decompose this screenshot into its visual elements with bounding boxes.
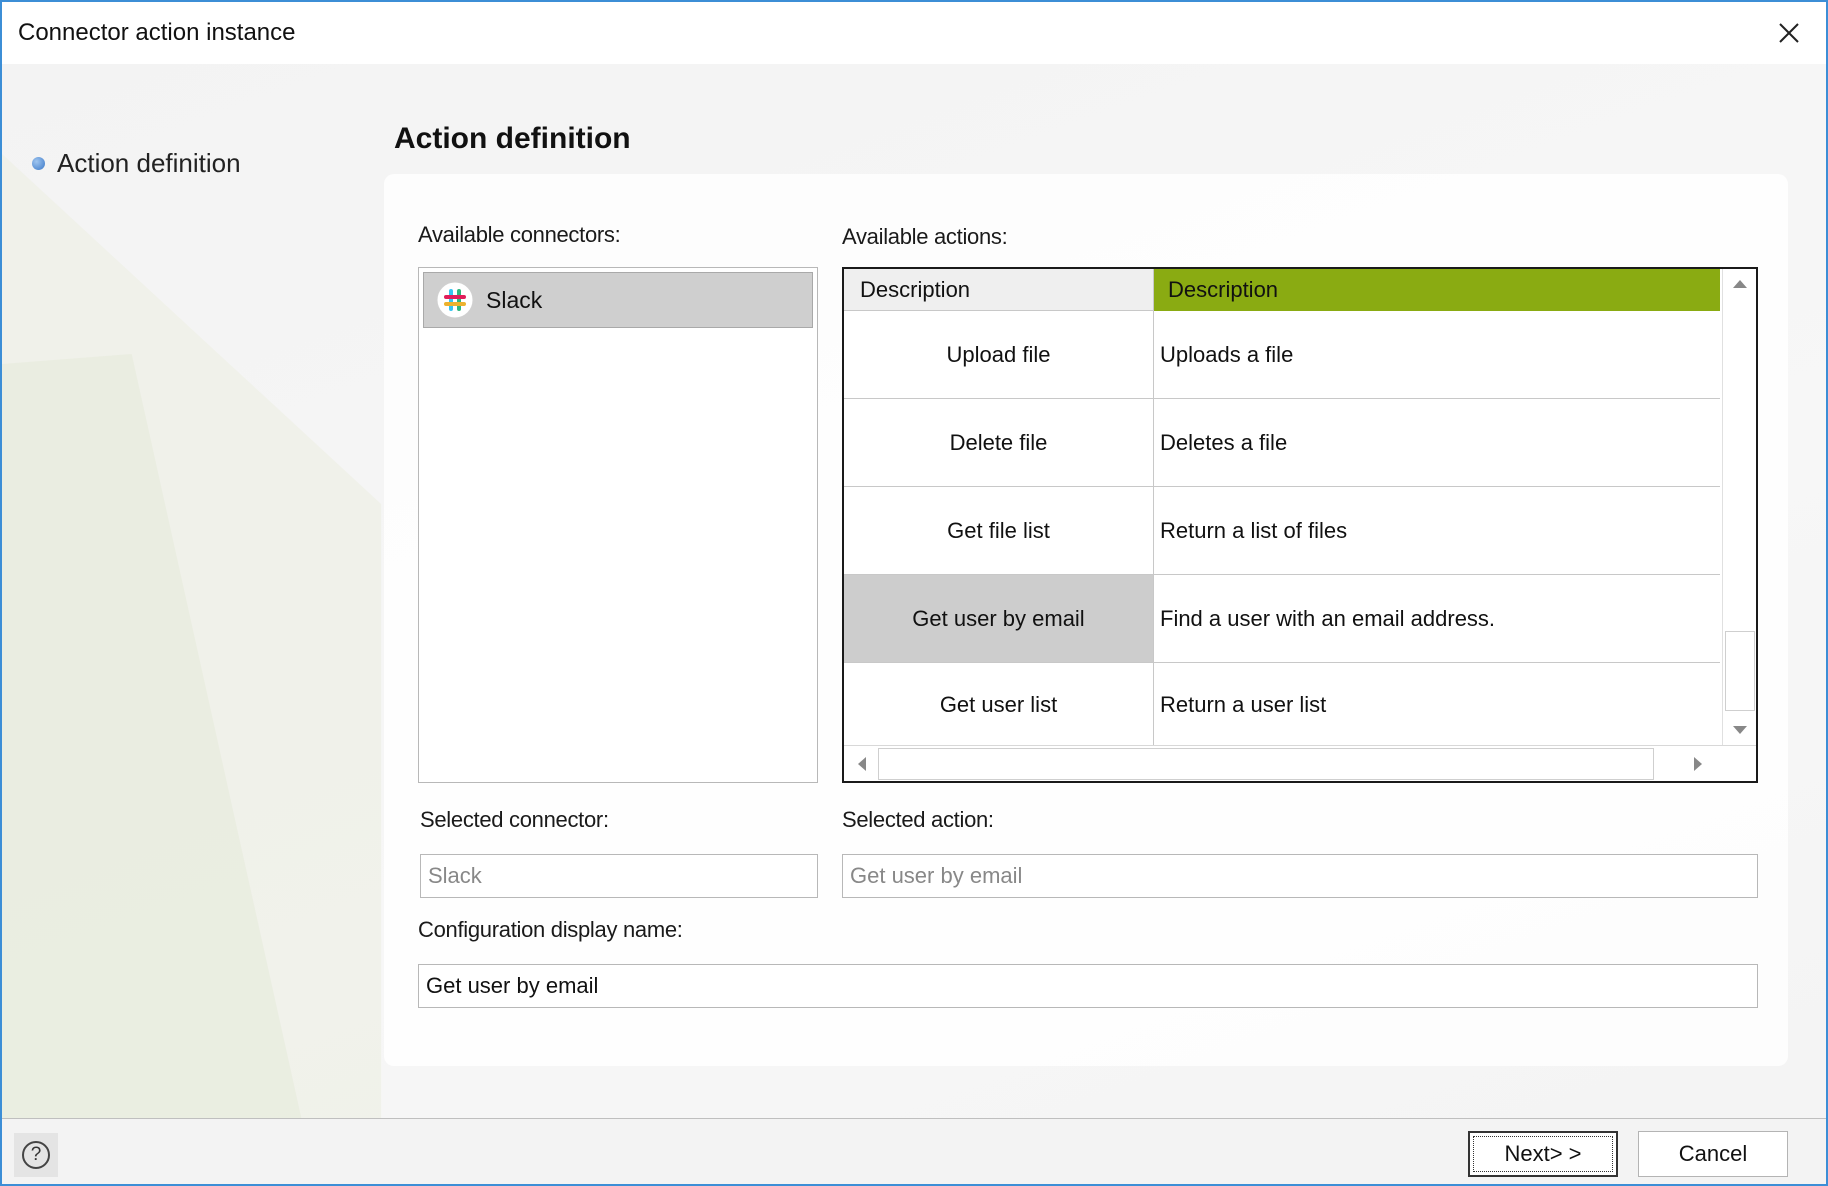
action-description-cell: Return a user list	[1154, 663, 1720, 747]
action-name-cell: Upload file	[844, 311, 1154, 398]
next-button[interactable]: Next> >	[1468, 1131, 1618, 1177]
action-name-cell: Delete file	[844, 399, 1154, 486]
scroll-up-icon	[1733, 280, 1747, 288]
action-description-cell: Deletes a file	[1154, 399, 1720, 486]
action-name-cell: Get user by email	[844, 575, 1154, 662]
scroll-up-button[interactable]	[1729, 273, 1751, 295]
selected-action-label: Selected action:	[842, 807, 994, 832]
scroll-down-icon	[1733, 726, 1747, 734]
action-description-cell: Return a list of files	[1154, 487, 1720, 574]
vertical-scroll-thumb[interactable]	[1725, 631, 1755, 711]
action-name-cell: Get user list	[844, 663, 1154, 747]
scroll-left-button[interactable]	[850, 752, 874, 776]
horizontal-scroll-thumb[interactable]	[878, 748, 1654, 780]
action-name-cell: Get file list	[844, 487, 1154, 574]
step-action-definition[interactable]: Action definition	[32, 148, 241, 179]
scroll-right-button[interactable]	[1686, 752, 1710, 776]
column-header-description[interactable]: Description	[1154, 269, 1720, 311]
connector-label: Slack	[486, 286, 543, 313]
step-bullet-icon	[32, 157, 45, 170]
step-label: Action definition	[57, 148, 241, 178]
available-actions-label: Available actions:	[842, 224, 1008, 249]
dialog-footer: ? Next> > Cancel	[2, 1119, 1826, 1184]
grid-header: Description Description	[844, 269, 1720, 311]
connector-list[interactable]: Slack	[418, 267, 818, 783]
action-description-cell: Find a user with an email address.	[1154, 575, 1720, 662]
window-title: Connector action instance	[18, 19, 296, 46]
available-connectors-label: Available connectors:	[418, 222, 621, 247]
close-button[interactable]	[1766, 10, 1812, 56]
title-bar: Connector action instance	[2, 2, 1826, 64]
close-icon	[1779, 23, 1799, 43]
display-name-label: Configuration display name:	[418, 917, 683, 942]
actions-grid[interactable]: Description Description Upload file Uplo…	[842, 267, 1758, 783]
help-button[interactable]: ?	[14, 1133, 58, 1177]
selected-connector-field[interactable]	[420, 854, 818, 898]
column-header-name[interactable]: Description	[844, 269, 1154, 311]
vertical-scrollbar[interactable]	[1722, 269, 1756, 747]
display-name-input[interactable]	[418, 964, 1758, 1008]
slack-logo-icon	[436, 281, 474, 319]
action-description-cell: Uploads a file	[1154, 311, 1720, 398]
cancel-button[interactable]: Cancel	[1638, 1131, 1788, 1177]
scrollbar-corner	[1720, 746, 1756, 781]
scroll-down-button[interactable]	[1729, 719, 1751, 741]
selected-connector-label: Selected connector:	[420, 807, 609, 832]
table-row[interactable]: Get file list Return a list of files	[844, 487, 1720, 575]
table-row[interactable]: Delete file Deletes a file	[844, 399, 1720, 487]
connector-item-slack[interactable]: Slack	[423, 272, 813, 328]
table-row-selected[interactable]: Get user by email Find a user with an em…	[844, 575, 1720, 663]
table-row[interactable]: Get user list Return a user list	[844, 663, 1720, 747]
scroll-right-icon	[1694, 757, 1702, 771]
help-icon: ?	[22, 1141, 50, 1169]
selected-action-field[interactable]	[842, 854, 1758, 898]
page-title: Action definition	[394, 122, 631, 155]
scroll-left-icon	[858, 757, 866, 771]
table-row[interactable]: Upload file Uploads a file	[844, 311, 1720, 399]
horizontal-scrollbar[interactable]	[844, 745, 1756, 781]
dialog-window: Connector action instance Action definit…	[0, 0, 1828, 1186]
